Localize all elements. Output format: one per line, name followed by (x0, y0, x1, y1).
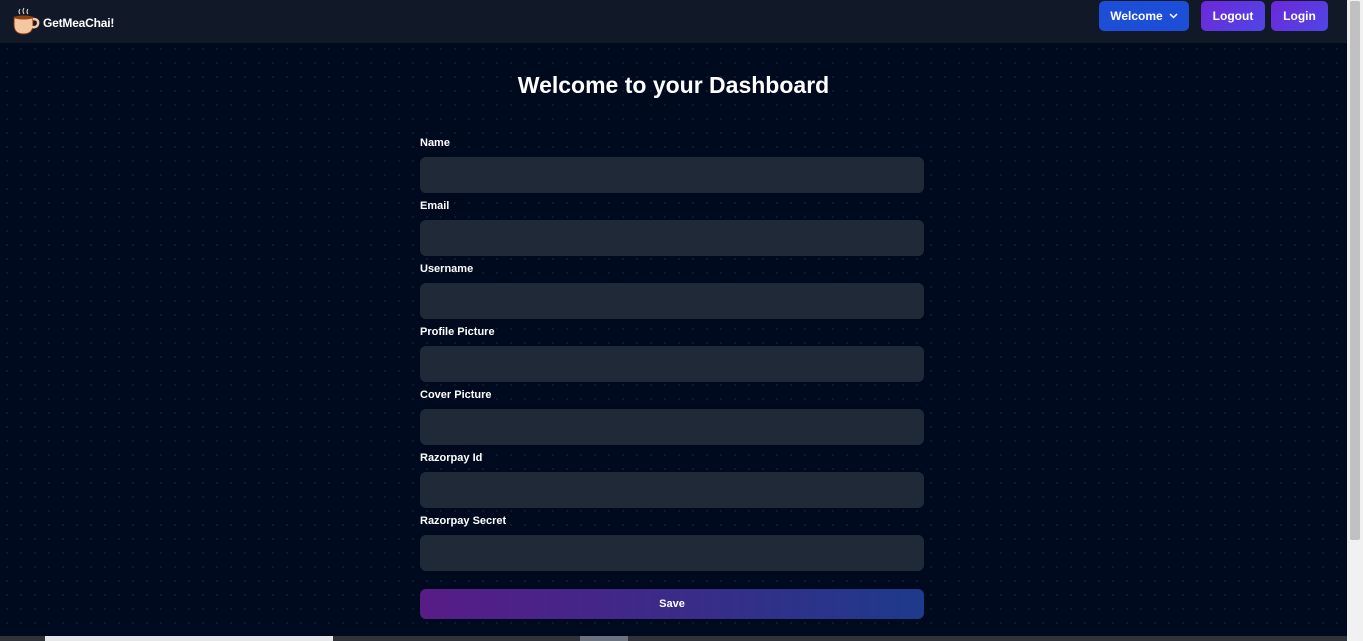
login-button[interactable]: Login (1271, 1, 1328, 31)
profile-picture-field: Profile Picture (420, 326, 924, 389)
username-label: Username (420, 263, 474, 275)
cover-picture-input[interactable] (420, 409, 924, 445)
name-input[interactable] (420, 157, 924, 193)
vertical-scrollbar-thumb[interactable] (1350, 1, 1360, 540)
page-title: Welcome to your Dashboard (517, 72, 830, 98)
username-input[interactable] (420, 283, 924, 319)
cover-picture-label: Cover Picture (420, 389, 492, 401)
logout-button[interactable]: Logout (1201, 1, 1265, 31)
razorpay-id-input[interactable] (420, 472, 924, 508)
horizontal-scrollbar[interactable] (0, 636, 1347, 641)
horizontal-scrollbar-track (45, 636, 333, 641)
email-input[interactable] (420, 220, 924, 256)
profile-picture-input[interactable] (420, 346, 924, 382)
name-field: Name (420, 137, 924, 200)
welcome-dropdown-button[interactable]: Welcome (1099, 1, 1189, 31)
vertical-scrollbar[interactable] (1347, 0, 1363, 641)
email-label: Email (420, 200, 450, 212)
brand-link[interactable]: GetMeaChai! (11, 7, 114, 37)
dashboard-form: Name Email Username Profile Picture Cove… (420, 137, 924, 578)
chevron-down-icon (1169, 13, 1178, 19)
nav-actions: Welcome Logout Login (1099, 1, 1328, 31)
razorpay-secret-label: Razorpay Secret (420, 515, 507, 527)
brand-name: GetMeaChai! (43, 16, 115, 30)
razorpay-id-label: Razorpay Id (420, 452, 483, 464)
horizontal-scrollbar-thumb[interactable] (580, 636, 628, 641)
name-label: Name (420, 137, 450, 149)
razorpay-secret-input[interactable] (420, 535, 924, 571)
email-field: Email (420, 200, 924, 263)
razorpay-secret-field: Razorpay Secret (420, 515, 924, 578)
welcome-label: Welcome (1110, 9, 1163, 23)
cover-picture-field: Cover Picture (420, 389, 924, 452)
navbar: GetMeaChai! Welcome Logout Login (0, 0, 1347, 43)
tea-cup-icon (11, 7, 41, 37)
save-button[interactable]: Save (420, 589, 924, 619)
razorpay-id-field: Razorpay Id (420, 452, 924, 515)
profile-picture-label: Profile Picture (420, 326, 495, 338)
username-field: Username (420, 263, 924, 326)
